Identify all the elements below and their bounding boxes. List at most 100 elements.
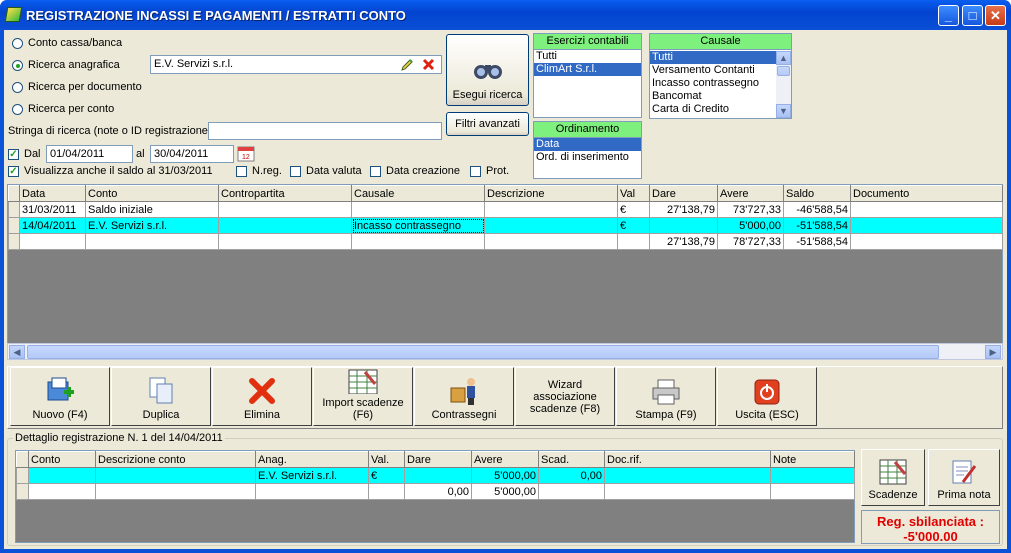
table-cell[interactable] [604, 467, 771, 484]
table-cell[interactable]: € [617, 201, 650, 218]
table-cell[interactable] [484, 201, 618, 218]
column-header[interactable]: Causale [351, 185, 485, 202]
checkbox-box[interactable] [370, 165, 381, 177]
table-cell[interactable] [484, 217, 618, 234]
list-item[interactable]: Versamento Contanti [650, 64, 777, 77]
detail-grid[interactable]: Conto Descrizione conto Anag. Val. Dare … [15, 450, 855, 543]
row-indicator[interactable] [16, 467, 29, 484]
wizard-button[interactable]: Wizard associazione scadenze (F8) [515, 367, 615, 426]
table-cell[interactable]: 31/03/2011 [19, 201, 86, 218]
table-totals-row[interactable]: 0,00 5'000,00 [16, 483, 855, 500]
table-cell[interactable] [218, 201, 352, 218]
table-cell[interactable]: E.V. Servizi s.r.l. [255, 467, 369, 484]
radio-circle[interactable] [12, 59, 23, 71]
checkbox-box[interactable]: ✓ [8, 148, 19, 160]
elimina-button[interactable]: Elimina [212, 367, 312, 426]
table-cell[interactable]: € [368, 467, 405, 484]
table-cell[interactable] [538, 483, 605, 500]
list-item[interactable]: Bancomat [650, 90, 777, 103]
table-cell[interactable]: 5'000,00 [471, 483, 539, 500]
esercizi-list[interactable]: Esercizi contabili Tutti ClimArt S.r.l. [533, 33, 642, 118]
column-header[interactable]: Dare [649, 185, 718, 202]
table-cell[interactable] [85, 233, 219, 250]
scroll-up-icon[interactable]: ▲ [776, 51, 791, 65]
radio-ricerca-conto[interactable]: Ricerca per conto [12, 103, 114, 115]
table-cell[interactable]: 73'727,33 [717, 201, 784, 218]
table-cell[interactable] [28, 483, 96, 500]
list-item[interactable]: Ord. di inserimento [534, 151, 641, 164]
duplica-button[interactable]: Duplica [111, 367, 211, 426]
column-header[interactable]: Conto [85, 185, 219, 202]
table-totals-row[interactable]: 27'138,79 78'727,33 -51'588,54 [8, 233, 1003, 250]
list-item[interactable]: Carta di Credito [650, 103, 777, 116]
horizontal-scrollbar[interactable]: ◀ ▶ [7, 343, 1003, 360]
table-cell[interactable] [484, 233, 618, 250]
scroll-thumb[interactable] [27, 345, 939, 359]
dal-checkbox[interactable]: ✓ Dal [8, 148, 41, 160]
main-grid[interactable]: Data Conto Contropartita Causale Descriz… [7, 184, 1003, 360]
maximize-button[interactable]: □ [962, 5, 983, 26]
scroll-down-icon[interactable]: ▼ [776, 104, 791, 118]
scadenze-button[interactable]: Scadenze [861, 449, 925, 506]
table-cell[interactable] [770, 483, 855, 500]
column-header[interactable]: Doc.rif. [604, 451, 771, 468]
column-header[interactable]: Scad. [538, 451, 605, 468]
close-button[interactable]: ✕ [985, 5, 1006, 26]
column-header[interactable]: Saldo [783, 185, 851, 202]
table-cell[interactable] [218, 233, 352, 250]
radio-circle[interactable] [12, 81, 23, 93]
scroll-thumb[interactable] [777, 66, 790, 76]
table-cell[interactable] [850, 201, 1003, 218]
table-cell[interactable]: 27'138,79 [649, 201, 718, 218]
list-item[interactable]: Tutti [534, 50, 641, 63]
show-balance-checkbox[interactable]: ✓ Visualizza anche il saldo al 31/03/2011 [8, 165, 213, 177]
uscita-button[interactable]: Uscita (ESC) [717, 367, 817, 426]
column-header[interactable]: Dare [404, 451, 472, 468]
table-cell[interactable] [19, 233, 86, 250]
table-cell[interactable] [95, 483, 256, 500]
table-cell[interactable]: 5'000,00 [717, 217, 784, 234]
column-header[interactable]: Avere [471, 451, 539, 468]
row-indicator[interactable] [8, 233, 20, 250]
column-header[interactable]: Descrizione [484, 185, 618, 202]
causale-list[interactable]: Causale Tutti Versamento Contanti Incass… [649, 33, 792, 119]
table-cell[interactable] [649, 217, 718, 234]
table-cell[interactable]: € [617, 217, 650, 234]
checkbox-box[interactable] [290, 165, 301, 177]
table-row-selected[interactable]: E.V. Servizi s.r.l. € 5'000,00 0,00 [16, 467, 855, 484]
table-cell[interactable]: 5'000,00 [471, 467, 539, 484]
table-cell[interactable] [218, 217, 352, 234]
table-cell-focused[interactable]: Incasso contrassegno [351, 217, 485, 234]
pencil-icon[interactable] [400, 58, 414, 72]
table-cell[interactable]: -51'588,54 [783, 217, 851, 234]
radio-circle[interactable] [12, 103, 23, 115]
checkbox-box[interactable]: ✓ [8, 165, 19, 177]
radio-ricerca-documento[interactable]: Ricerca per documento [12, 81, 142, 93]
table-cell[interactable] [850, 233, 1003, 250]
ordinamento-list[interactable]: Ordinamento Data Ord. di inserimento [533, 121, 642, 179]
row-indicator[interactable] [8, 201, 20, 218]
search-string-input[interactable] [208, 122, 442, 140]
al-date-field[interactable]: 30/04/2011 [150, 145, 234, 163]
list-item[interactable]: ClimArt S.r.l. [534, 63, 641, 76]
table-cell[interactable]: 14/04/2011 [19, 217, 86, 234]
causale-scrollbar[interactable]: ▲ ▼ [776, 51, 791, 118]
table-cell[interactable] [255, 483, 369, 500]
table-cell[interactable]: -51'588,54 [783, 233, 851, 250]
radio-conto-cassa[interactable]: Conto cassa/banca [12, 37, 122, 49]
column-header[interactable]: Avere [717, 185, 784, 202]
radio-ricerca-anagrafica[interactable]: Ricerca anagrafica [12, 59, 120, 71]
row-indicator[interactable] [16, 483, 29, 500]
data-creazione-checkbox[interactable]: Data creazione [370, 165, 460, 177]
table-cell[interactable] [95, 467, 256, 484]
table-cell[interactable]: -46'588,54 [783, 201, 851, 218]
table-cell[interactable] [850, 217, 1003, 234]
table-cell[interactable] [28, 467, 96, 484]
list-item[interactable]: Incasso contrassegno [650, 77, 777, 90]
radio-circle[interactable] [12, 37, 23, 49]
prima-nota-button[interactable]: Prima nota [928, 449, 1000, 506]
column-header[interactable]: Note [770, 451, 855, 468]
minimize-button[interactable]: _ [938, 5, 959, 26]
table-cell[interactable] [351, 233, 485, 250]
column-header[interactable]: Descrizione conto [95, 451, 256, 468]
